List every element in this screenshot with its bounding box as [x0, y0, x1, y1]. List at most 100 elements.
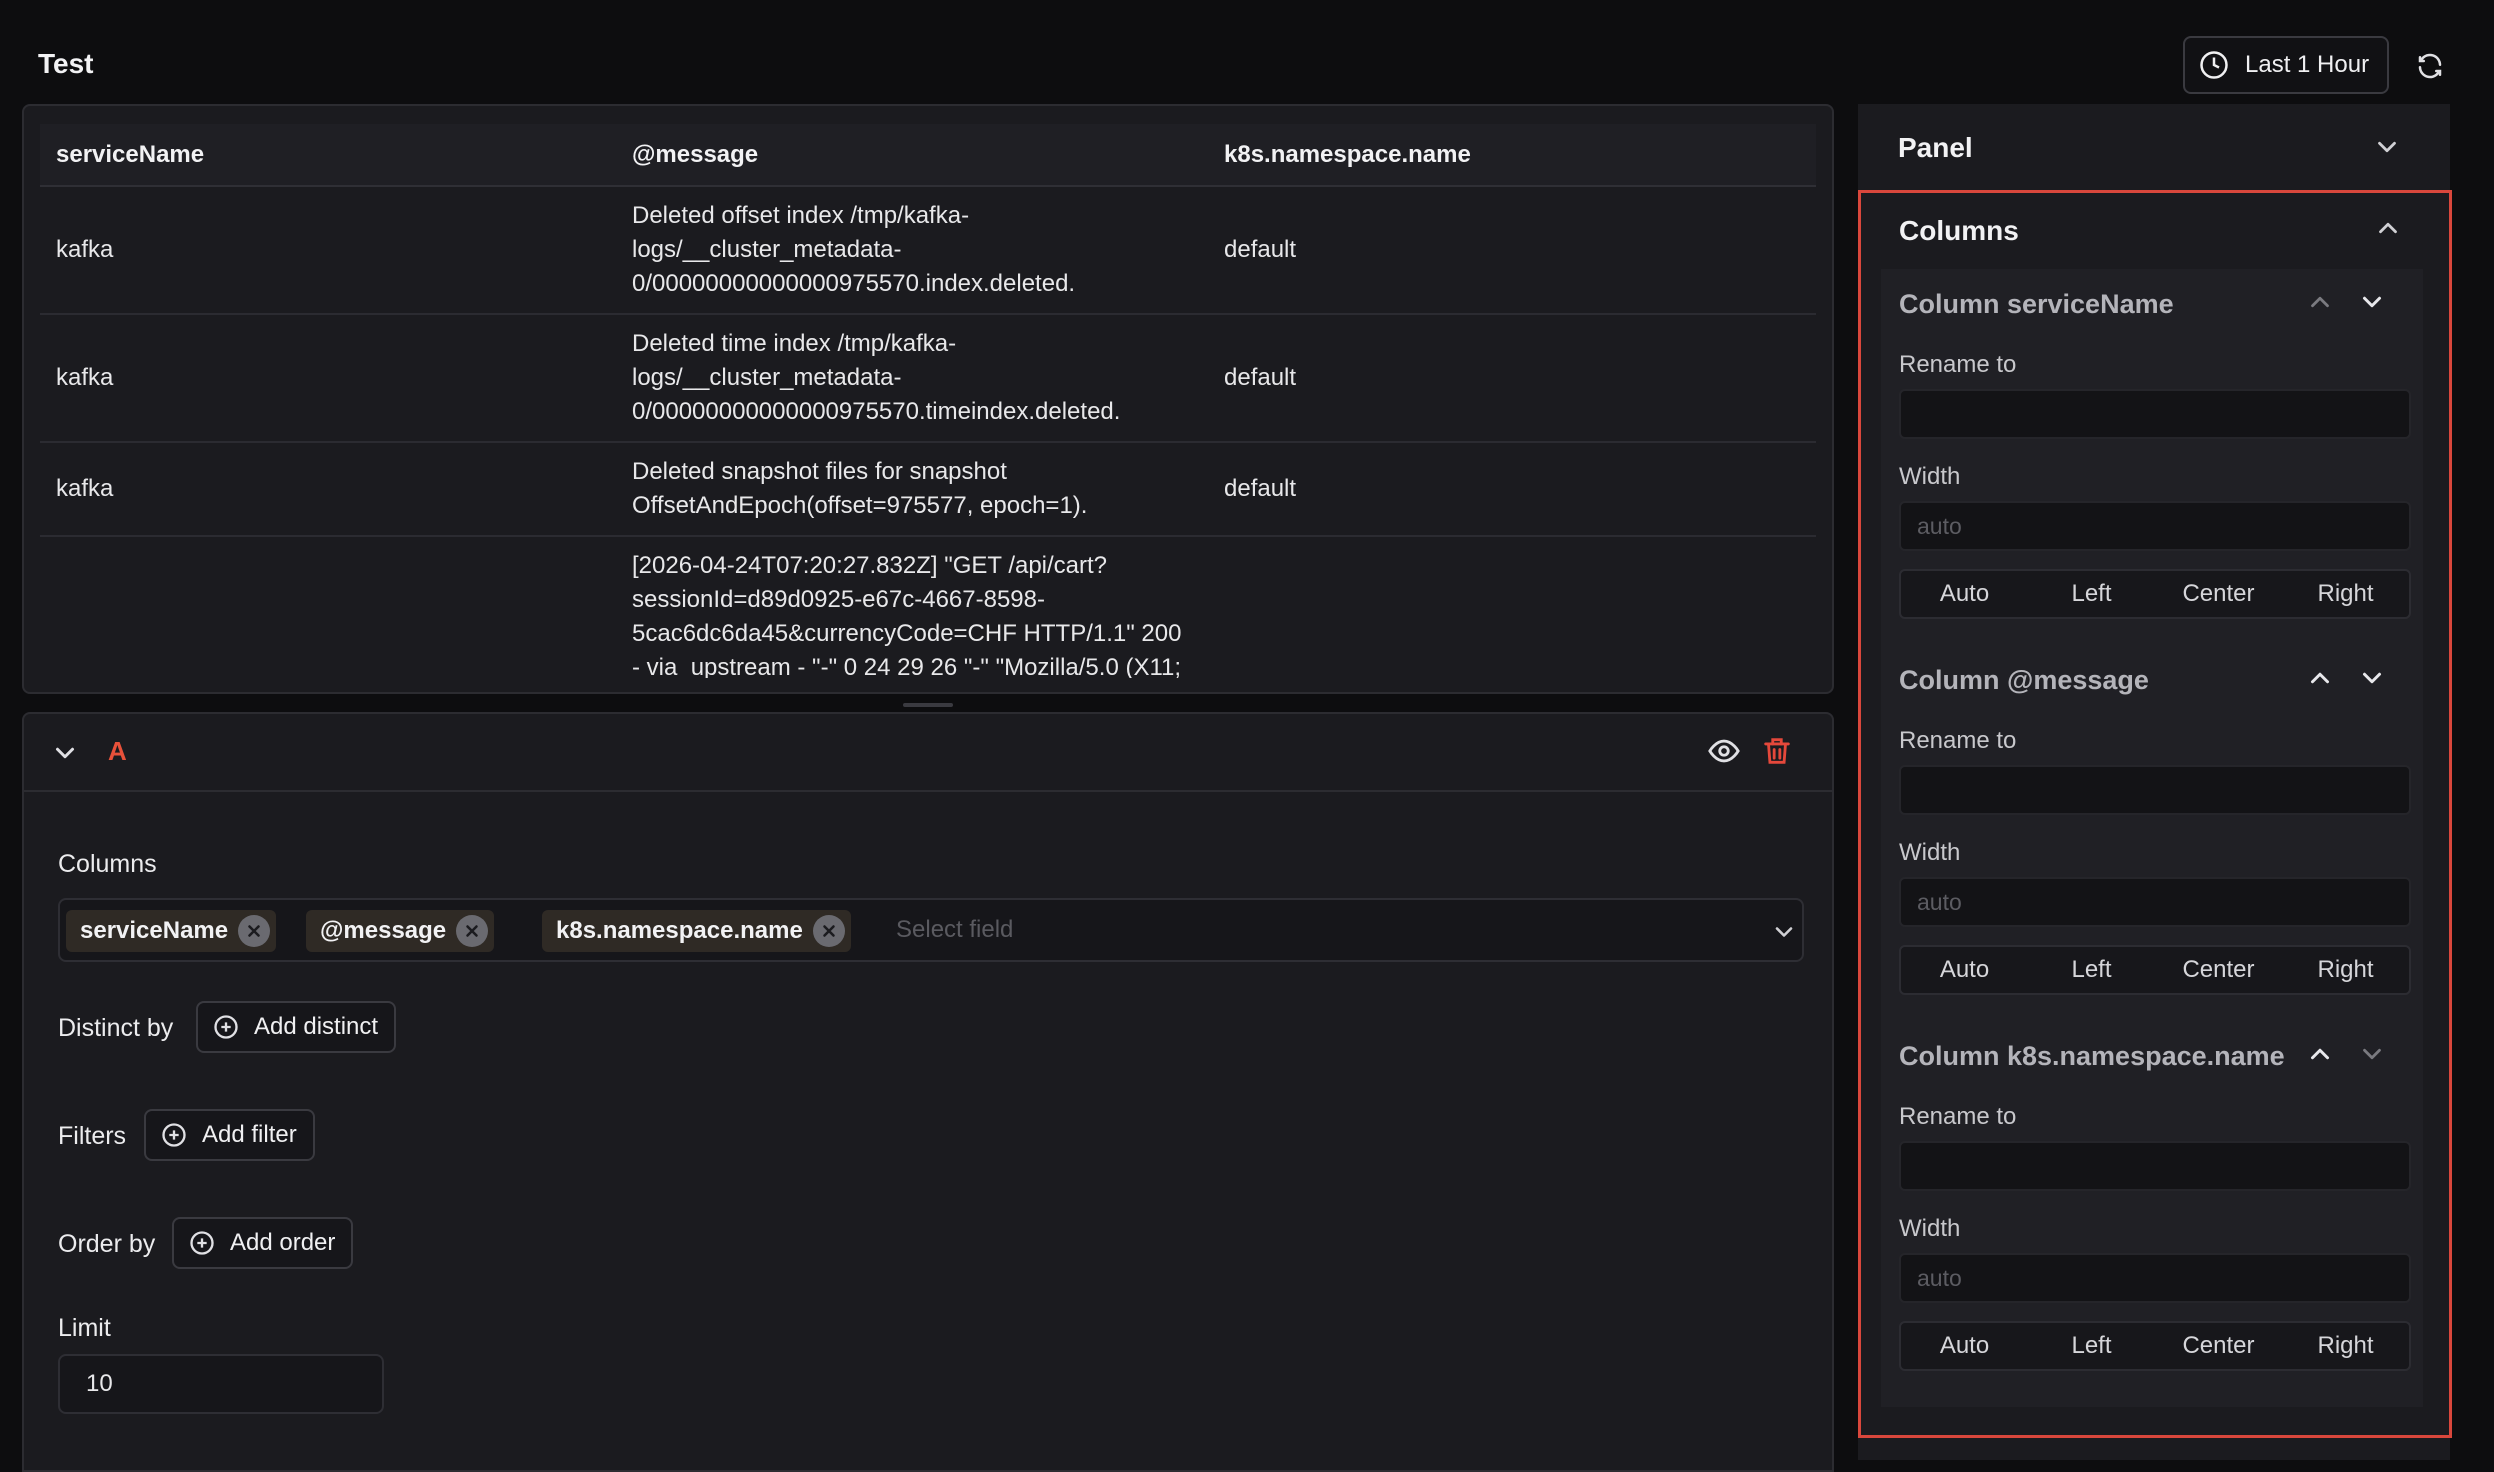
column-chip-servicename: serviceName [66, 910, 277, 952]
width-label: Width [1899, 1215, 1961, 1242]
align-auto-button[interactable]: Auto [1901, 571, 2028, 617]
align-left-button[interactable]: Left [2028, 947, 2155, 993]
chevron-up-icon[interactable] [2305, 1039, 2335, 1069]
column-chip-message: @message [306, 910, 495, 952]
align-left-button[interactable]: Left [2028, 1323, 2155, 1369]
rename-input[interactable] [1899, 1141, 2411, 1191]
table-row[interactable]: kafka Deleted time index /tmp/kafka-logs… [40, 314, 1816, 443]
limit-label: Limit [58, 1314, 111, 1342]
table-row[interactable]: [2026-04-24T07:20:27.832Z] "GET /api/car… [40, 536, 1816, 678]
chevron-up-icon[interactable] [2305, 663, 2335, 693]
log-table: serviceName @message k8s.namespace.name … [40, 124, 1816, 678]
column-settings-message: Column @message Rename to Width auto Aut… [1881, 645, 2423, 1021]
alignment-toggle: Auto Left Center Right [1899, 945, 2411, 995]
align-center-button[interactable]: Center [2155, 1323, 2282, 1369]
query-header: A [24, 714, 1832, 792]
page-title: Test [38, 48, 94, 79]
column-settings-title: Column k8s.namespace.name [1899, 1041, 2285, 1071]
add-order-label: Add order [230, 1229, 336, 1256]
column-settings-servicename: Column serviceName Rename to Width auto … [1881, 269, 2423, 645]
add-distinct-button[interactable]: Add distinct [196, 1001, 397, 1053]
eye-icon[interactable] [1707, 734, 1741, 768]
chevron-down-icon[interactable] [2357, 1039, 2387, 1069]
plus-circle-icon [214, 1015, 238, 1039]
column-header-servicename[interactable]: serviceName [40, 124, 632, 187]
rename-label: Rename to [1899, 1103, 2017, 1130]
align-center-button[interactable]: Center [2155, 947, 2282, 993]
chevron-down-icon[interactable] [2357, 287, 2387, 317]
table-row[interactable]: kafka Deleted snapshot files for snapsho… [40, 442, 1816, 537]
rename-label: Rename to [1899, 727, 2017, 754]
trash-icon[interactable] [1760, 734, 1794, 768]
cell-namespace: default [1224, 186, 1816, 315]
table-header-row: serviceName @message k8s.namespace.name [40, 124, 1816, 187]
align-center-button[interactable]: Center [2155, 571, 2282, 617]
cell-message: Deleted offset index /tmp/kafka-logs/__c… [632, 186, 1224, 315]
add-filter-button[interactable]: Add filter [144, 1109, 315, 1161]
cell-message: Deleted snapshot files for snapshot Offs… [632, 442, 1224, 537]
top-bar: Test Last 1 Hour [0, 0, 2494, 100]
add-order-button[interactable]: Add order [172, 1217, 354, 1269]
plus-circle-icon [190, 1231, 214, 1255]
alignment-toggle: Auto Left Center Right [1899, 1321, 2411, 1371]
table-row[interactable]: kafka Deleted offset index /tmp/kafka-lo… [40, 186, 1816, 315]
select-field-placeholder[interactable]: Select field [896, 916, 1013, 944]
chevron-up-icon[interactable] [2373, 213, 2403, 243]
remove-chip-icon[interactable] [456, 915, 489, 947]
query-editor: A Columns serviceName @message k8s.names… [22, 712, 1834, 1472]
table-scroll-area[interactable]: serviceName @message k8s.namespace.name … [40, 124, 1816, 678]
columns-label: Columns [58, 850, 157, 878]
cell-servicename: kafka [40, 186, 632, 315]
panel-section-header[interactable]: Panel [1858, 104, 2450, 188]
rename-input[interactable] [1899, 389, 2411, 439]
cell-namespace: default [1224, 442, 1816, 537]
add-filter-label: Add filter [202, 1121, 297, 1148]
columns-settings-section: Columns Column serviceName Rename to Wid… [1858, 190, 2452, 1438]
chevron-down-icon[interactable] [50, 738, 80, 768]
cell-namespace [1224, 536, 1816, 678]
chevron-down-icon[interactable] [2372, 132, 2402, 162]
column-header-namespace[interactable]: k8s.namespace.name [1224, 124, 1816, 187]
plus-circle-icon [162, 1123, 186, 1147]
width-input[interactable]: auto [1899, 1253, 2411, 1303]
query-letter: A [108, 736, 127, 766]
columns-section-title: Columns [1899, 215, 2019, 246]
width-input[interactable]: auto [1899, 501, 2411, 551]
chevron-down-icon[interactable] [1770, 918, 1798, 946]
order-label: Order by [58, 1230, 156, 1258]
align-right-button[interactable]: Right [2282, 571, 2409, 617]
add-distinct-label: Add distinct [254, 1013, 379, 1040]
align-left-button[interactable]: Left [2028, 571, 2155, 617]
chevron-up-icon[interactable] [2305, 287, 2335, 317]
chevron-down-icon[interactable] [2357, 663, 2387, 693]
align-right-button[interactable]: Right [2282, 1323, 2409, 1369]
time-range-label: Last 1 Hour [2245, 51, 2370, 78]
chip-label: serviceName [80, 917, 229, 944]
remove-chip-icon[interactable] [238, 915, 271, 947]
alignment-toggle: Auto Left Center Right [1899, 569, 2411, 619]
chip-label: @message [320, 917, 447, 944]
clock-icon [2200, 51, 2228, 79]
align-auto-button[interactable]: Auto [1901, 947, 2028, 993]
cell-servicename: kafka [40, 314, 632, 443]
columns-select[interactable]: serviceName @message k8s.namespace.name … [58, 898, 1804, 962]
width-label: Width [1899, 463, 1961, 490]
column-settings-namespace: Column k8s.namespace.name Rename to Widt… [1881, 1021, 2423, 1407]
column-header-message[interactable]: @message [632, 124, 1224, 187]
resize-handle[interactable] [903, 703, 953, 707]
table-preview: serviceName @message k8s.namespace.name … [22, 104, 1834, 694]
column-settings-title: Column serviceName [1899, 289, 2174, 319]
distinct-label: Distinct by [58, 1014, 174, 1042]
rename-input[interactable] [1899, 765, 2411, 815]
time-range-button[interactable]: Last 1 Hour [2183, 36, 2389, 94]
remove-chip-icon[interactable] [812, 915, 845, 947]
cell-servicename [40, 536, 632, 678]
width-input[interactable]: auto [1899, 877, 2411, 927]
limit-input[interactable]: 10 [58, 1354, 384, 1414]
cell-servicename: kafka [40, 442, 632, 537]
refresh-button[interactable] [2412, 48, 2448, 84]
align-right-button[interactable]: Right [2282, 947, 2409, 993]
align-auto-button[interactable]: Auto [1901, 1323, 2028, 1369]
width-label: Width [1899, 839, 1961, 866]
column-chip-namespace: k8s.namespace.name [542, 910, 851, 952]
